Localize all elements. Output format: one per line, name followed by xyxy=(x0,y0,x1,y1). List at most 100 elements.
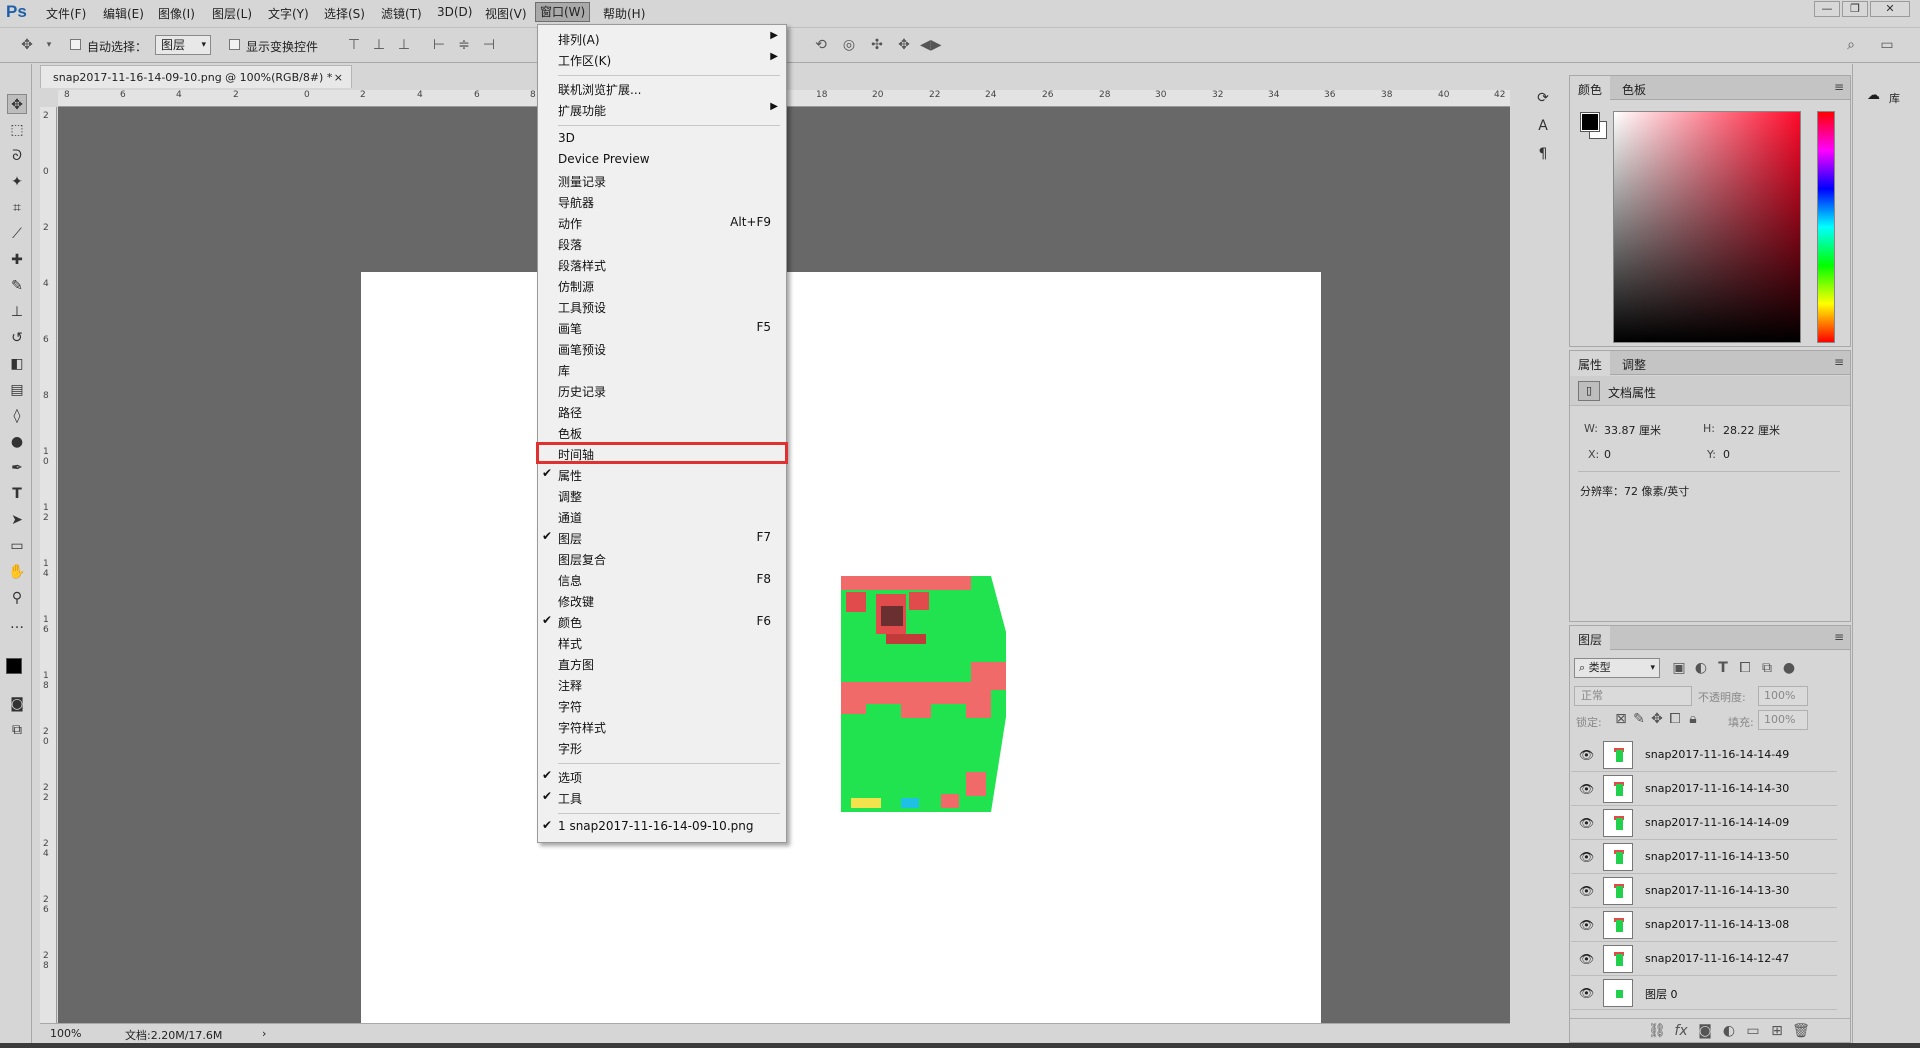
filter-shape-icon[interactable]: ⧠ xyxy=(1736,659,1754,677)
3d-roll-icon[interactable]: ◎ xyxy=(840,36,858,54)
history-panel-icon[interactable]: ⟳ xyxy=(1533,88,1553,108)
search-icon[interactable]: ⌕ xyxy=(1842,36,1860,54)
show-transform-checkbox[interactable] xyxy=(229,39,240,50)
menu-view[interactable]: 视图(V) xyxy=(485,5,527,22)
screen-mode-icon[interactable]: ⧉ xyxy=(7,720,27,740)
lasso-icon[interactable]: ᘐ xyxy=(7,146,27,166)
tab-color[interactable]: 颜色 xyxy=(1570,76,1611,100)
more-tools-icon[interactable]: … xyxy=(7,614,27,634)
menu-item-23[interactable]: 调整 xyxy=(538,486,786,504)
lock-pixels-icon[interactable]: ✎ xyxy=(1630,710,1648,728)
3d-pan-icon[interactable]: ✣ xyxy=(868,36,886,54)
menu-item-25[interactable]: ✔ 图层 F7 xyxy=(538,528,786,546)
panel-menu-icon[interactable]: ≡ xyxy=(1834,630,1844,644)
tab-swatches[interactable]: 色板 xyxy=(1622,81,1646,98)
color-field[interactable] xyxy=(1613,111,1801,343)
menu-item-33[interactable]: 字符 xyxy=(538,696,786,714)
auto-select-checkbox[interactable] xyxy=(70,39,81,50)
menu-item-1[interactable]: 工作区(K) ▶ xyxy=(538,50,786,68)
menu-layer[interactable]: 图层(L) xyxy=(212,5,252,22)
layer-row[interactable]: 👁︎ snap2017-11-16-14-14-30 xyxy=(1571,772,1837,806)
menu-item-11[interactable]: 段落 xyxy=(538,234,786,252)
height-value[interactable]: 28.22 厘米 xyxy=(1723,422,1780,438)
marquee-icon[interactable]: ⬚ xyxy=(7,120,27,140)
foreground-color-swatch[interactable] xyxy=(6,658,22,674)
document-canvas[interactable] xyxy=(361,272,1321,1048)
status-menu-arrow-icon[interactable]: › xyxy=(262,1027,266,1040)
menu-item-38[interactable]: ✔ 工具 xyxy=(538,788,786,806)
menu-item-7[interactable]: Device Preview xyxy=(538,150,786,168)
menu-item-8[interactable]: 测量记录 xyxy=(538,171,786,189)
layer-row[interactable]: 👁︎ snap2017-11-16-14-14-49 xyxy=(1571,738,1837,772)
menu-item-19[interactable]: 路径 xyxy=(538,402,786,420)
fx-icon[interactable]: fx xyxy=(1672,1022,1690,1040)
menu-filter[interactable]: 滤镜(T) xyxy=(381,5,422,22)
filter-adjustment-icon[interactable]: ◐ xyxy=(1692,659,1710,677)
panel-menu-icon[interactable]: ≡ xyxy=(1834,355,1844,369)
rectangle-icon[interactable]: ▭ xyxy=(7,536,27,556)
menu-item-24[interactable]: 通道 xyxy=(538,507,786,525)
auto-select-dropdown[interactable]: 图层 ▾ xyxy=(155,35,211,55)
hue-slider[interactable] xyxy=(1817,111,1835,343)
add-mask-icon[interactable]: ◙ xyxy=(1696,1022,1714,1040)
history-brush-icon[interactable]: ↺ xyxy=(7,328,27,348)
gradient-icon[interactable]: ▤ xyxy=(7,380,27,400)
magic-wand-icon[interactable]: ✦ xyxy=(7,172,27,192)
visibility-eye-icon[interactable]: 👁︎ xyxy=(1579,884,1594,898)
lock-transparent-icon[interactable]: ⊠ xyxy=(1612,710,1630,728)
zoom-level[interactable]: 100% xyxy=(50,1027,81,1040)
close-tab-icon[interactable]: × xyxy=(334,71,343,84)
tab-properties[interactable]: 属性 xyxy=(1570,351,1611,375)
close-window-button[interactable]: ✕ xyxy=(1870,1,1910,17)
menu-item-29[interactable]: ✔ 颜色 F6 xyxy=(538,612,786,630)
x-value[interactable]: 0 xyxy=(1604,448,1611,461)
new-layer-icon[interactable]: ⊞ xyxy=(1768,1022,1786,1040)
adjustment-layer-icon[interactable]: ◐ xyxy=(1720,1022,1738,1040)
layer-row[interactable]: 👁︎ snap2017-11-16-14-13-08 xyxy=(1571,908,1837,942)
library-label[interactable]: 库 xyxy=(1889,90,1900,106)
move-icon[interactable]: ✥ xyxy=(7,94,27,114)
menu-item-37[interactable]: ✔ 选项 xyxy=(538,767,786,785)
creative-cloud-icon[interactable]: ☁ xyxy=(1867,88,1880,103)
menu-item-20[interactable]: 色板 xyxy=(538,423,786,441)
menu-type[interactable]: 文字(Y) xyxy=(268,5,309,22)
character-panel-icon[interactable]: A xyxy=(1533,116,1553,136)
zoom-icon[interactable]: ⚲ xyxy=(7,588,27,608)
menu-item-35[interactable]: 字形 xyxy=(538,738,786,756)
layer-filter-dropdown[interactable]: ⌕ 类型 ▾ xyxy=(1574,658,1660,678)
visibility-eye-icon[interactable]: 👁︎ xyxy=(1579,816,1594,830)
lock-position-icon[interactable]: ✥ xyxy=(1648,710,1666,728)
align-left-icon[interactable]: ⊢ xyxy=(430,36,448,54)
tab-adjustments[interactable]: 调整 xyxy=(1622,356,1646,373)
menu-help[interactable]: 帮助(H) xyxy=(603,5,645,22)
filter-type-icon[interactable]: T xyxy=(1714,659,1732,677)
menu-item-13[interactable]: 仿制源 xyxy=(538,276,786,294)
align-top-icon[interactable]: ⊤ xyxy=(345,36,363,54)
delete-layer-icon[interactable]: 🗑︎ xyxy=(1792,1022,1810,1040)
visibility-eye-icon[interactable]: 👁︎ xyxy=(1579,952,1594,966)
type-icon[interactable]: T xyxy=(7,484,27,504)
3d-scale-icon[interactable]: ◀▶ xyxy=(920,36,942,54)
restore-button[interactable]: ❐ xyxy=(1842,1,1868,17)
healing-icon[interactable]: ✚ xyxy=(7,250,27,270)
menu-item-0[interactable]: 排列(A) ▶ xyxy=(538,29,786,47)
hand-icon[interactable]: ✋ xyxy=(7,562,27,582)
layer-row[interactable]: 👁︎ snap2017-11-16-14-13-30 xyxy=(1571,874,1837,908)
menu-item-14[interactable]: 工具预设 xyxy=(538,297,786,315)
layer-row[interactable]: 👁︎ 图层 0 xyxy=(1571,976,1837,1010)
menu-item-22[interactable]: ✔ 属性 xyxy=(538,465,786,483)
visibility-eye-icon[interactable]: 👁︎ xyxy=(1579,782,1594,796)
eyedropper-icon[interactable]: ⟋ xyxy=(7,224,27,244)
link-layers-icon[interactable]: ⛓︎ xyxy=(1648,1022,1666,1040)
menu-select[interactable]: 选择(S) xyxy=(324,5,365,22)
menu-window[interactable]: 窗口(W) xyxy=(535,2,591,22)
menu-item-31[interactable]: 直方图 xyxy=(538,654,786,672)
menu-item-9[interactable]: 导航器 xyxy=(538,192,786,210)
document-tab[interactable]: snap2017-11-16-14-09-10.png @ 100%(RGB/8… xyxy=(40,65,352,88)
path-select-icon[interactable]: ➤ xyxy=(7,510,27,530)
panel-menu-icon[interactable]: ≡ xyxy=(1834,80,1844,94)
menu-item-34[interactable]: 字符样式 xyxy=(538,717,786,735)
menu-item-28[interactable]: 修改键 xyxy=(538,591,786,609)
eraser-icon[interactable]: ◧ xyxy=(7,354,27,374)
menu-item-4[interactable]: 扩展功能 ▶ xyxy=(538,100,786,118)
